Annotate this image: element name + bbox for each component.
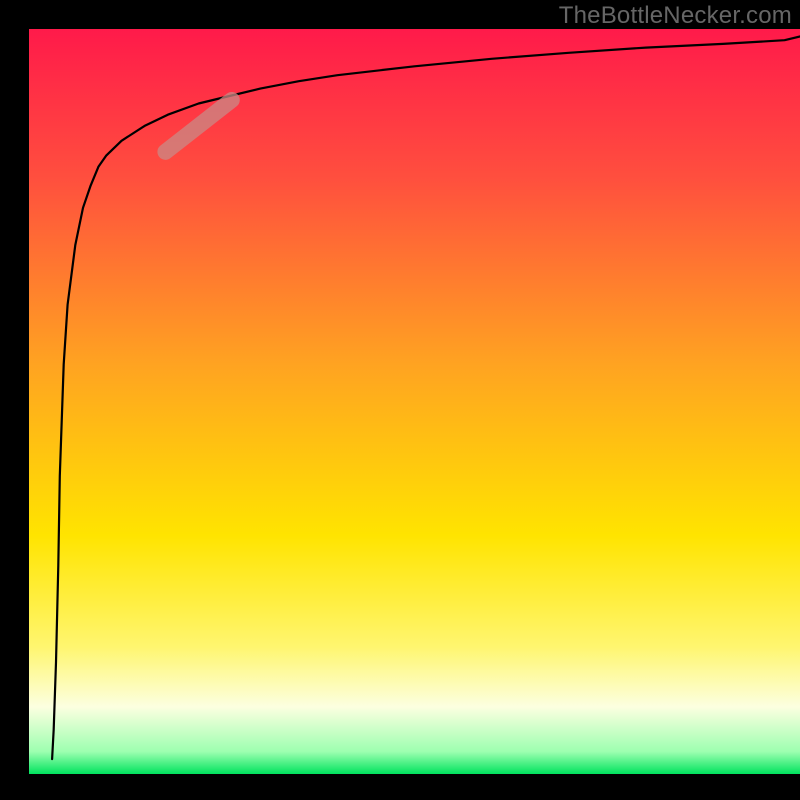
chart-container: TheBottleNecker.com [0,0,800,800]
bottleneck-chart [0,0,800,800]
watermark-text: TheBottleNecker.com [559,2,792,30]
plot-background [29,29,800,774]
